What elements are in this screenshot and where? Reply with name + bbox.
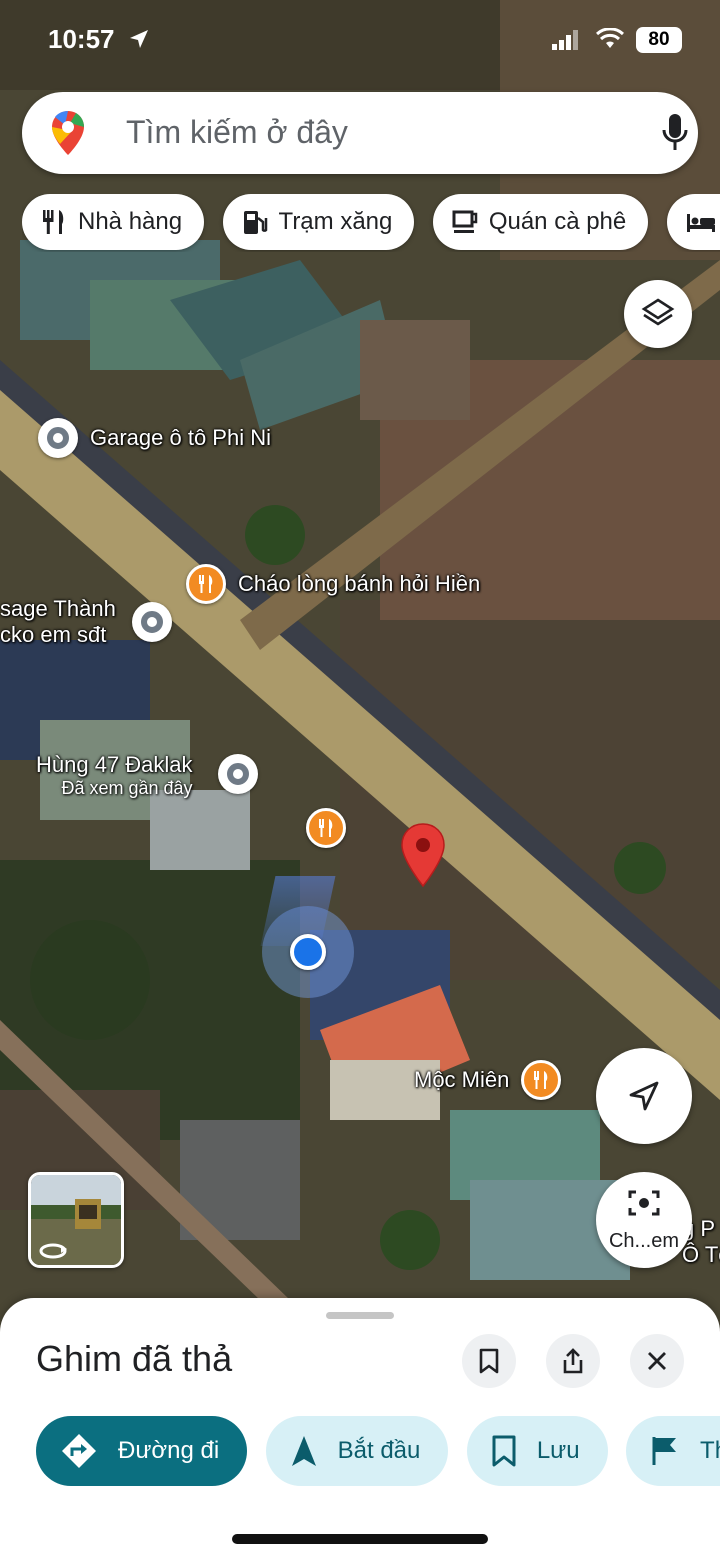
status-bar: 10:57 80 <box>0 22 720 58</box>
lens-button[interactable]: Ch...em <box>596 1172 692 1268</box>
restaurant-marker-icon <box>521 1060 562 1100</box>
search-input[interactable]: Tìm kiếm ở đây <box>126 114 348 151</box>
poi-label: Cháo lòng bánh hỏi Hiền <box>238 571 481 596</box>
my-location-dot <box>260 876 354 998</box>
share-icon <box>563 1348 583 1374</box>
share-button[interactable] <box>546 1334 600 1388</box>
place-marker-icon <box>218 754 258 794</box>
poi-massage-marker[interactable] <box>132 602 172 642</box>
directions-button[interactable]: Đường đi <box>36 1416 248 1486</box>
action-label: Bắt đầu <box>337 1437 421 1464</box>
chip-label: Nhà hàng <box>78 208 183 235</box>
start-button[interactable]: Bắt đầu <box>265 1416 449 1486</box>
microphone-icon[interactable] <box>662 114 688 152</box>
poi-garage[interactable]: Garage ô tô Phi Ni <box>38 418 271 458</box>
close-icon <box>648 1352 666 1370</box>
category-chips: Nhà hàng Trạm xăng Quán cà phê K <box>22 194 720 252</box>
location-arrow-icon <box>130 30 148 48</box>
poi-sublabel: Đã xem gần đây <box>61 778 193 798</box>
bookmark-icon <box>479 1348 499 1374</box>
place-marker-icon <box>38 418 78 458</box>
poi-label: Mộc Miên <box>414 1067 510 1092</box>
location-dot-icon <box>290 934 326 970</box>
my-location-button[interactable] <box>596 1048 692 1144</box>
home-indicator <box>232 1534 488 1544</box>
action-label: Đường đi <box>118 1437 220 1464</box>
google-maps-logo-icon <box>52 111 84 155</box>
poi-label-line1: sage Thành <box>0 596 116 621</box>
poi-moc-mien[interactable]: Mộc Miên <box>414 1060 562 1100</box>
chip-hotels[interactable]: K <box>666 194 720 250</box>
wifi-icon <box>596 28 624 48</box>
poi-hung-47-marker[interactable] <box>218 754 258 794</box>
sheet-title: Ghim đã thả <box>36 1338 233 1379</box>
bookmark-icon <box>492 1435 516 1467</box>
street-view-thumbnail[interactable] <box>28 1172 124 1268</box>
navigation-arrow-icon <box>629 1081 659 1111</box>
layers-icon <box>641 298 675 326</box>
layers-button[interactable] <box>624 280 692 348</box>
save-round-button[interactable] <box>462 1334 516 1388</box>
action-label: Lưu <box>536 1437 580 1464</box>
restaurant-marker-icon <box>186 564 226 604</box>
bed-icon <box>686 214 715 232</box>
poi-restaurant-unnamed[interactable] <box>306 808 346 848</box>
poi-label: Garage ô tô Phi Ni <box>90 425 271 450</box>
fork-knife-icon <box>43 210 64 234</box>
battery-indicator: 80 <box>636 27 682 53</box>
poi-chao-long[interactable]: Cháo lòng bánh hỏi Hiền <box>186 564 480 604</box>
place-bottom-sheet: Ghim đã thả Đường đi Bắt đầu Lưu T <box>0 1298 720 1559</box>
close-button[interactable] <box>630 1334 684 1388</box>
dropped-pin-icon[interactable] <box>400 822 446 888</box>
search-bar[interactable]: Tìm kiếm ở đây <box>22 92 698 174</box>
cellular-signal-icon <box>552 30 578 50</box>
restaurant-marker-icon <box>306 808 346 848</box>
street-view-image <box>31 1175 121 1265</box>
poi-hung-47[interactable]: Hùng 47 Đaklak Đã xem gần đây <box>36 752 193 799</box>
status-time: 10:57 <box>48 24 115 54</box>
chip-gas-stations[interactable]: Trạm xăng <box>222 194 415 250</box>
action-label: Th <box>700 1437 720 1464</box>
place-marker-icon <box>132 602 172 642</box>
poi-massage[interactable]: sage Thành cko em sđt <box>0 596 116 648</box>
directions-icon <box>62 1434 96 1468</box>
save-button[interactable]: Lưu <box>466 1416 608 1486</box>
lens-label: Ch...em <box>608 1230 680 1252</box>
flag-icon <box>652 1437 677 1465</box>
navigation-arrow-icon <box>291 1436 316 1466</box>
poi-label-line2: cko em sđt <box>0 622 107 647</box>
camera-lens-icon <box>628 1190 660 1216</box>
drag-handle[interactable] <box>326 1312 394 1319</box>
action-buttons: Đường đi Bắt đầu Lưu Th <box>36 1416 720 1486</box>
chip-coffee[interactable]: Quán cà phê <box>432 194 649 250</box>
chip-restaurants[interactable]: Nhà hàng <box>22 194 205 250</box>
gas-station-icon <box>243 211 267 234</box>
coffee-cup-icon <box>452 210 478 233</box>
chip-label: Trạm xăng <box>278 208 393 235</box>
poi-label: Hùng 47 Đaklak <box>36 752 193 777</box>
chip-label: Quán cà phê <box>488 208 627 235</box>
add-label-button[interactable]: Th <box>626 1416 720 1486</box>
